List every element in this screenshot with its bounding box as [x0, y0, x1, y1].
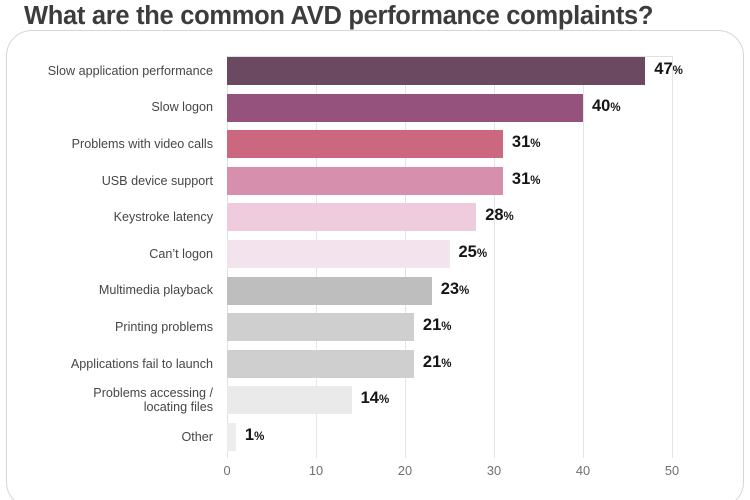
category-label: Applications fail to launch	[70, 356, 213, 371]
bar[interactable]	[227, 313, 414, 342]
bar[interactable]	[227, 386, 352, 415]
bar-row: Slow logon 40%	[0, 93, 750, 123]
bar-row: Can’t logon 25%	[0, 239, 750, 269]
bar-value-label: 31%	[511, 133, 541, 152]
bar-row: Problems accessing / locating files 14%	[0, 385, 750, 415]
page-title: What are the common AVD performance comp…	[24, 2, 654, 30]
x-tick-label: 10	[308, 463, 324, 478]
category-label: Problems with video calls	[71, 136, 213, 151]
bar[interactable]	[227, 57, 646, 85]
x-tick-label: 50	[664, 463, 680, 478]
category-label: Printing problems	[115, 319, 213, 334]
bar-value-label: 47%	[654, 60, 683, 78]
bar-row: USB device support 31%	[0, 166, 750, 196]
x-tick-label: 30	[486, 463, 502, 478]
bar-row: Slow application performance 47%	[0, 56, 750, 86]
bar-row: Problems with video calls 31%	[0, 129, 750, 159]
bar-value-label: 14%	[360, 389, 390, 408]
category-label: Problems accessing / locating files	[93, 385, 213, 415]
bar[interactable]	[227, 93, 583, 122]
bar-value-label: 31%	[511, 169, 541, 188]
x-tick-label: 0	[223, 463, 231, 478]
bar-value-label: 21%	[422, 352, 452, 371]
category-label: Slow application performance	[47, 63, 213, 78]
x-axis: 0 10 20 30 40 50	[0, 463, 750, 489]
bar[interactable]	[227, 130, 503, 159]
bar[interactable]	[227, 276, 432, 305]
bar-row: Printing problems 21%	[0, 312, 750, 342]
x-tick-label: 20	[397, 463, 413, 478]
bar-value-label: 23%	[440, 279, 470, 298]
category-label: Slow logon	[151, 100, 213, 115]
bar-rows: Slow application performance 47% Slow logo…	[0, 50, 750, 460]
bar-value-label: 40%	[592, 96, 621, 115]
bar-value-label: 28%	[485, 206, 514, 225]
chart-root: What are the common AVD performance comp…	[0, 0, 750, 500]
bar[interactable]	[227, 423, 236, 451]
bar[interactable]	[227, 203, 477, 232]
bar-value-label: 25%	[458, 243, 488, 261]
category-label: Can’t logon	[149, 246, 213, 261]
category-label: Other	[181, 429, 214, 444]
bar-value-label: 1%	[244, 426, 265, 444]
bar[interactable]	[227, 349, 414, 378]
category-label: USB device support	[101, 173, 213, 188]
bar-row: Keystroke latency 28%	[0, 202, 750, 232]
bar-row: Applications fail to launch 21%	[0, 349, 750, 379]
category-label: Keystroke latency	[113, 210, 213, 225]
bar-value-label: 21%	[422, 316, 452, 335]
bar[interactable]	[227, 240, 450, 268]
category-label: Multimedia playback	[98, 283, 213, 298]
bar-row: Multimedia playback 23%	[0, 276, 750, 306]
bar[interactable]	[227, 166, 503, 195]
x-tick-label: 40	[575, 463, 591, 478]
bar-row: Other 1%	[0, 422, 750, 452]
